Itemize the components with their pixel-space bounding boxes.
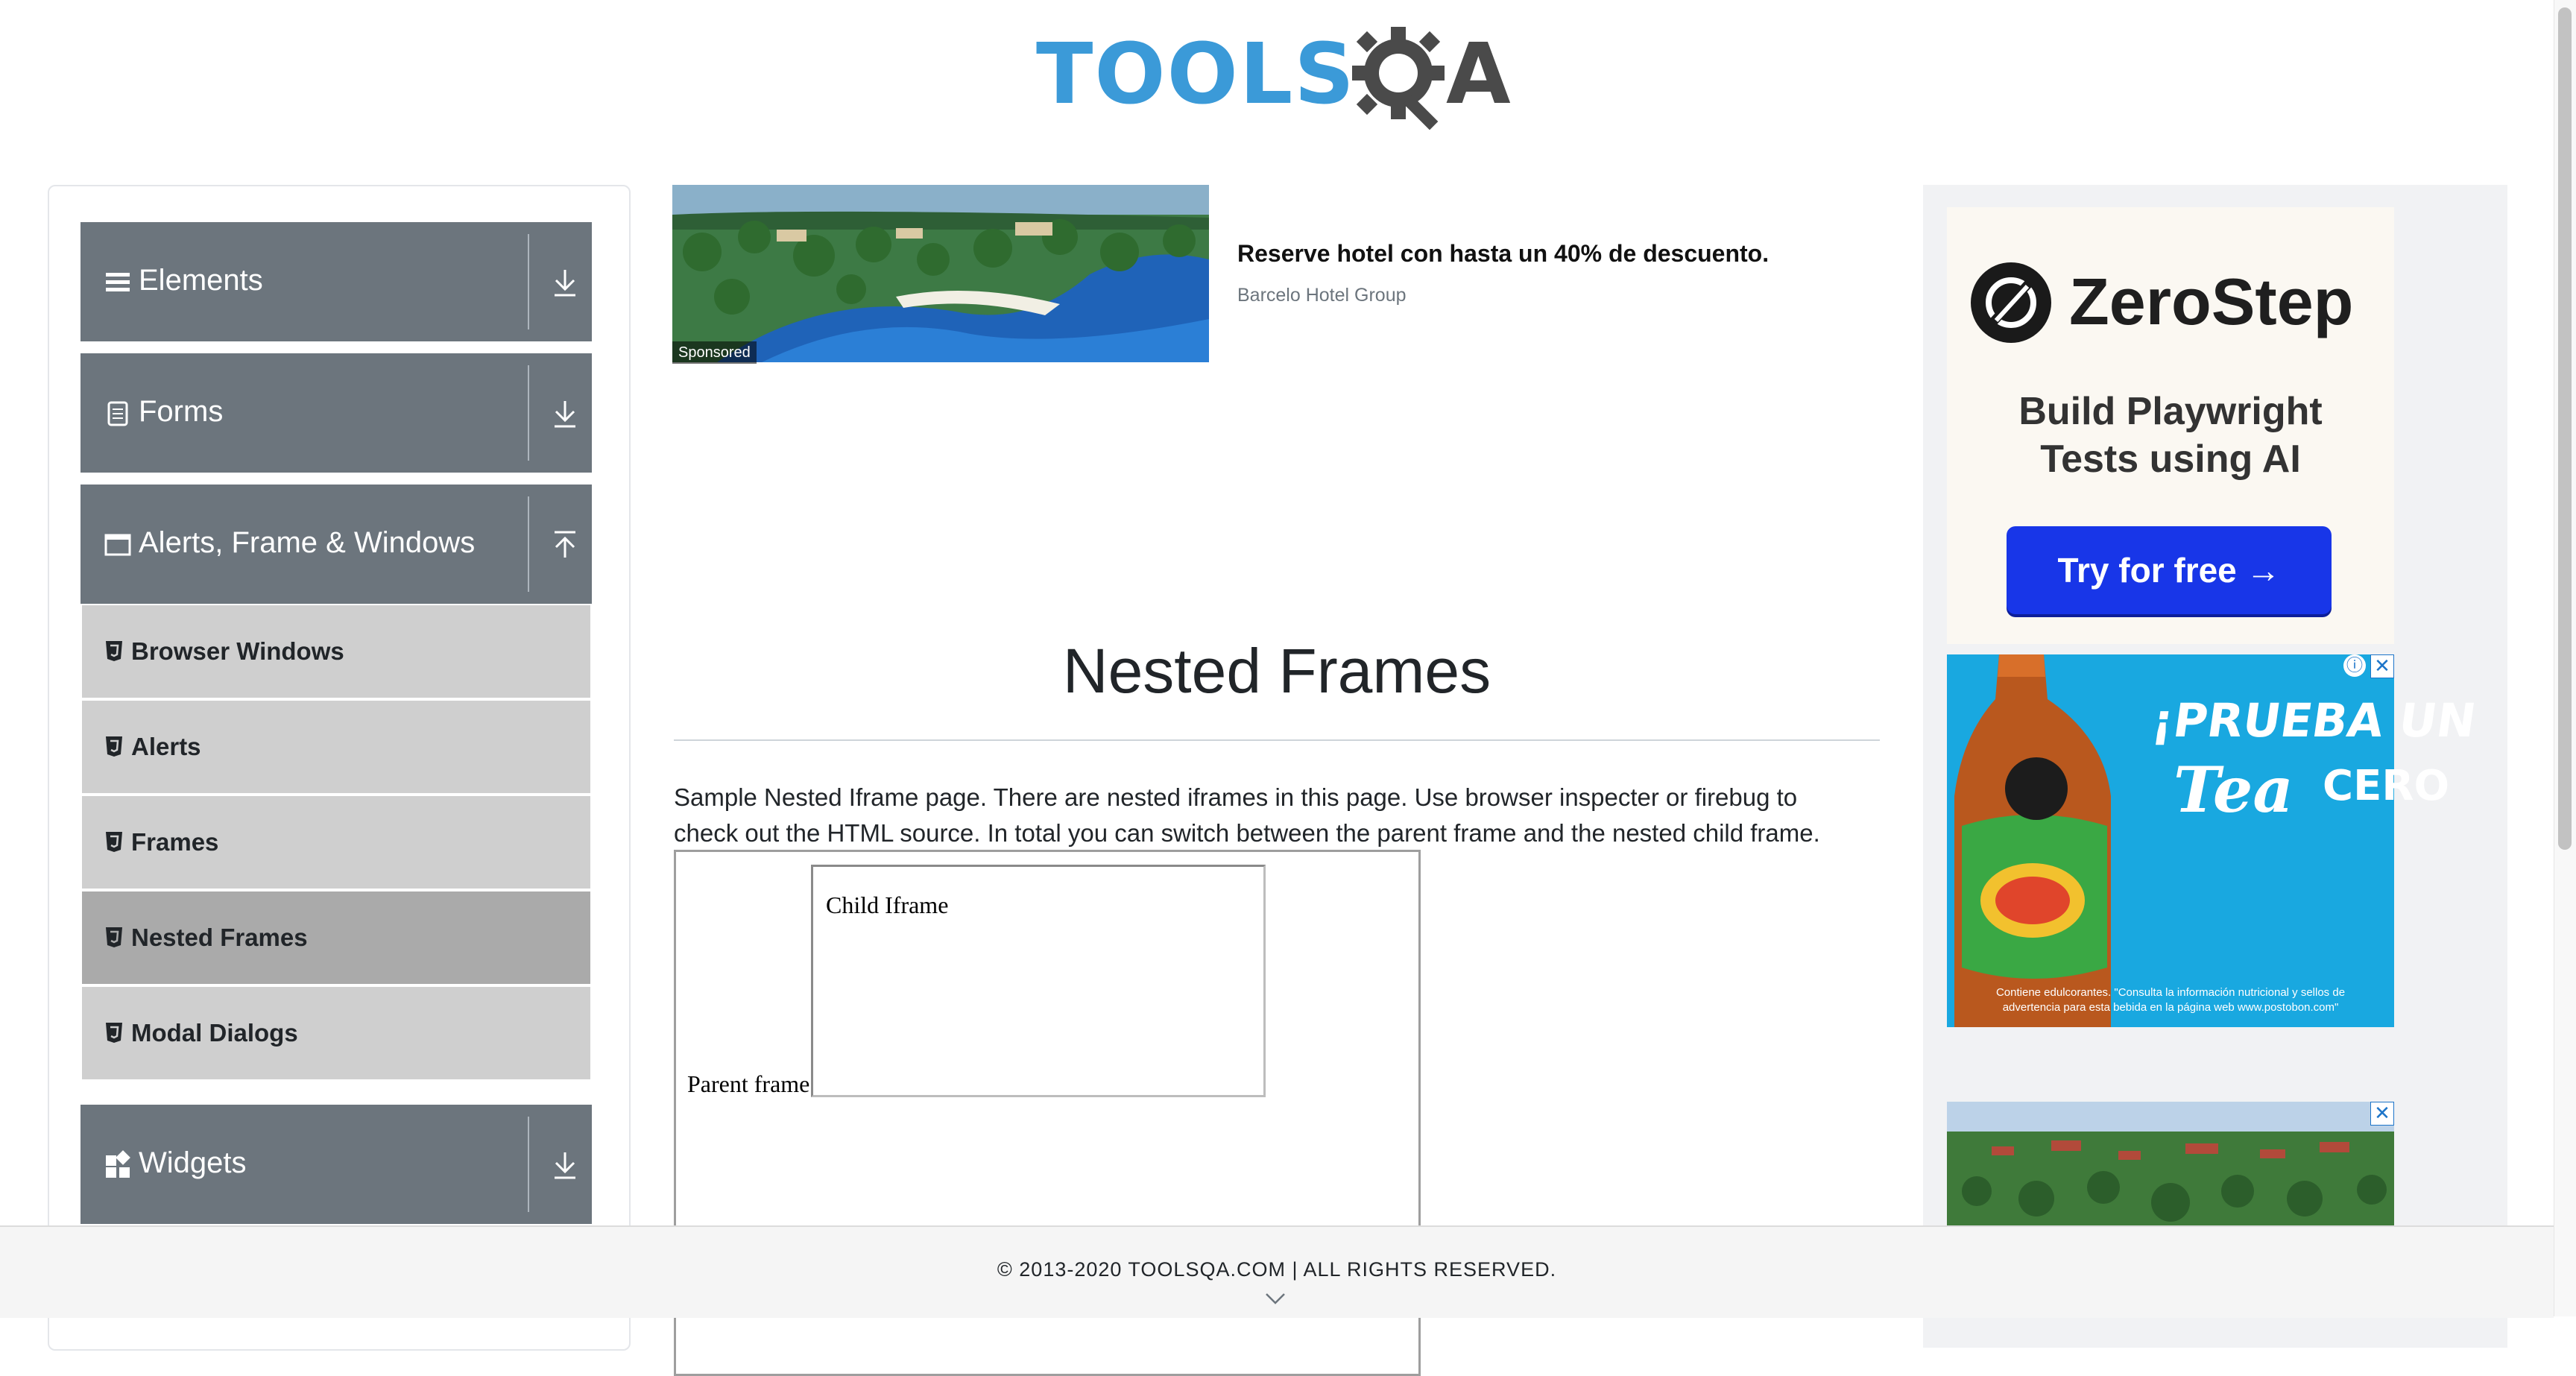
sidebar-item-frames[interactable]: Frames: [82, 796, 590, 891]
parent-frame-text: Parent frame: [687, 1070, 810, 1097]
sidebar-group-label: Elements: [139, 264, 263, 297]
html5-icon: [106, 1023, 122, 1043]
zerostep-tagline-line-1: Build Playwright: [2018, 390, 2323, 433]
sidebar-item-label: Browser Windows: [131, 637, 344, 665]
page-description: Sample Nested Iframe page. There are nes…: [674, 783, 1820, 847]
page-title: Nested Frames: [1062, 636, 1491, 706]
zerostep-logo-icon: [1971, 262, 2051, 343]
sponsored-badge: Sponsored: [672, 341, 757, 364]
divider: [528, 234, 529, 329]
hotel-ad-image[interactable]: [672, 185, 1209, 362]
ad-advertiser[interactable]: Barcelo Hotel Group: [1237, 285, 1407, 306]
ad-title-link[interactable]: Reserve hotel con hasta un 40% de descue…: [1237, 240, 1769, 268]
sidebar-item-nested-frames[interactable]: Nested Frames: [82, 891, 590, 987]
resort-pool-image: [672, 185, 1209, 362]
list-icon: [106, 273, 130, 291]
tea-ad-brand: Tea: [2174, 753, 2294, 827]
gear-magnifier-icon: [1352, 27, 1445, 130]
resort-ad[interactable]: [1947, 1102, 2394, 1228]
sidebar-group-label: Alerts, Frame & Windows: [139, 526, 476, 559]
sidebar-item-label: Nested Frames: [131, 924, 308, 951]
upload-arrow-icon: [555, 531, 575, 558]
zerostep-brand: ZeroStep: [2069, 265, 2354, 338]
zerostep-tagline-line-2: Tests using AI: [2040, 438, 2301, 481]
html5-icon: [106, 641, 122, 661]
download-arrow-icon: [555, 1152, 575, 1179]
html5-icon: [106, 832, 122, 852]
footer-copyright: © 2013-2020 TOOLSQA.COM | ALL RIGHTS RES…: [997, 1258, 1557, 1281]
download-arrow-icon: [555, 401, 575, 428]
sidebar-item-label: Alerts: [131, 733, 201, 760]
divider: [528, 496, 529, 592]
sidebar-item-label: Frames: [131, 828, 219, 856]
resort-aerial-image: [1947, 1102, 2394, 1228]
window-icon: [104, 534, 131, 556]
sidebar-item-label: Modal Dialogs: [131, 1019, 298, 1047]
sidebar-group-widgets[interactable]: Widgets: [80, 1105, 592, 1224]
sidebar-group-alerts-frame-windows[interactable]: Alerts, Frame & Windows: [80, 485, 592, 604]
logo-text-a: A: [1446, 26, 1511, 123]
scrollbar-thumb[interactable]: [2558, 7, 2572, 850]
sidebar-item-modal-dialogs[interactable]: Modal Dialogs: [82, 987, 590, 1082]
html5-icon: [106, 927, 122, 947]
sidebar-group-forms[interactable]: Forms: [80, 353, 592, 473]
sidebar-item-browser-windows[interactable]: Browser Windows: [82, 605, 590, 701]
zerostep-tagline: Build Playwright Tests using AI: [1947, 388, 2394, 483]
chevron-down-icon[interactable]: [1264, 1291, 1287, 1306]
sidebar-group-elements[interactable]: Elements: [80, 222, 592, 341]
ad-info-icon[interactable]: ⓘ: [2343, 654, 2366, 677]
sidebar-group-label: Forms: [139, 395, 224, 428]
tea-ad-fine-print: Contiene edulcorantes. "Consulta la info…: [1954, 985, 2387, 1015]
fine-print-line-1: Contiene edulcorantes. "Consulta la info…: [1995, 986, 2346, 999]
tea-ad-cero: CERO: [2323, 762, 2450, 810]
fine-print-line-2: advertencia para esta bebida en la págin…: [2002, 1001, 2339, 1014]
sidebar-item-alerts[interactable]: Alerts: [82, 701, 590, 796]
toolsqa-logo[interactable]: TOOLS A: [1036, 22, 1521, 134]
divider: [528, 365, 529, 461]
divider: [528, 1117, 529, 1212]
html5-icon: [106, 736, 122, 757]
logo-text-tools: TOOLS: [1036, 26, 1356, 123]
ad-close-icon[interactable]: ✕: [2370, 1102, 2394, 1126]
try-for-free-button[interactable]: Try for free →: [2007, 526, 2332, 614]
divider: [674, 739, 1880, 741]
ad-close-icon[interactable]: ✕: [2370, 654, 2394, 678]
widgets-icon: [106, 1150, 130, 1178]
document-icon: [107, 401, 128, 426]
child-frame-text: Child Iframe: [826, 891, 949, 918]
sidebar-group-label: Widgets: [139, 1146, 247, 1179]
download-arrow-icon: [555, 270, 575, 297]
tea-ad-headline: ¡PRUEBA UN: [2148, 693, 2480, 748]
